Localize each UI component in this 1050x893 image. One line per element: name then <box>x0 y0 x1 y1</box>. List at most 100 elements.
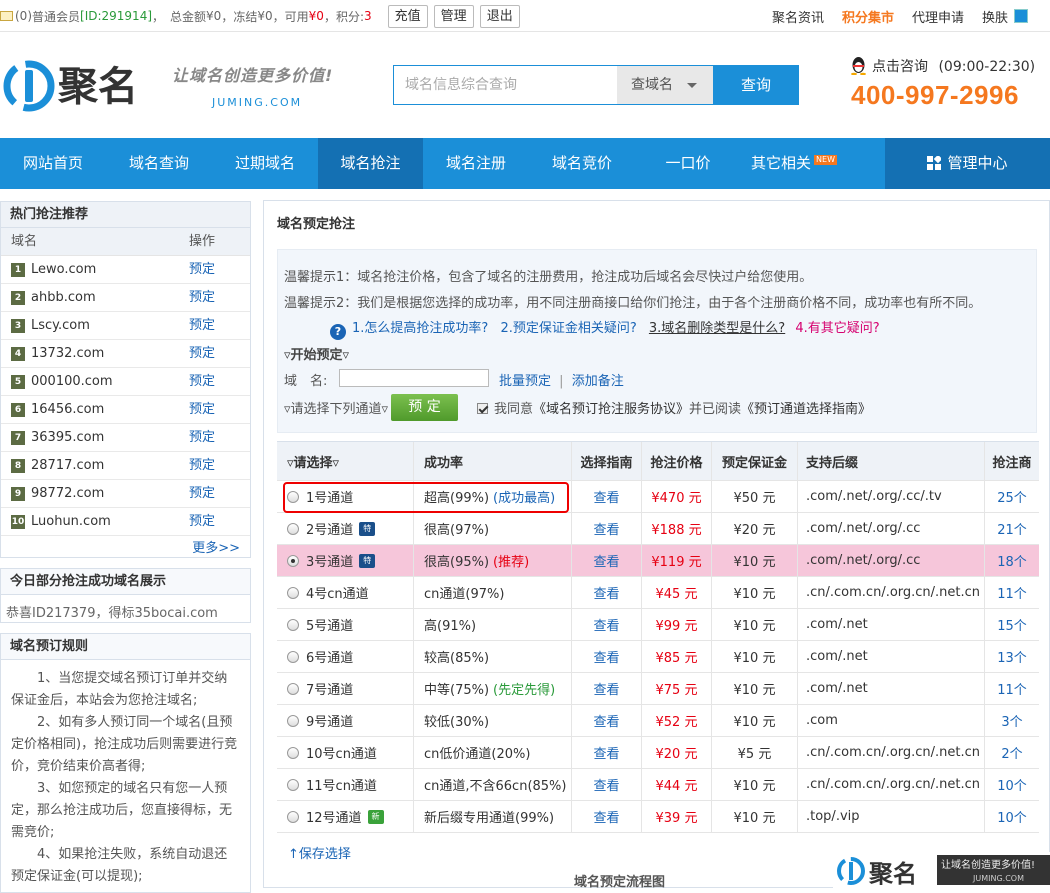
search-input[interactable]: 域名信息综合查询 <box>393 65 617 105</box>
registrar-count[interactable]: 18个 <box>997 551 1027 570</box>
hot-domain[interactable]: 28717.com <box>31 452 104 480</box>
hot-domain[interactable]: 98772.com <box>31 480 104 508</box>
channel-row[interactable]: 4号cn通道 cn通道(97%) 查看 ¥45 元 ¥10 元 .cn/.com.cn/.… <box>277 577 1039 609</box>
hot-book-link[interactable]: 预定 <box>189 452 215 480</box>
registrar-count[interactable]: 11个 <box>997 583 1027 602</box>
nav-others[interactable]: 其它相关 NEW <box>741 138 847 189</box>
registrar-count[interactable]: 10个 <box>997 775 1027 794</box>
nav-manager-center[interactable]: 管理中心 <box>885 138 1050 189</box>
faq-link-2[interactable]: 2.预定保证金相关疑问? <box>500 321 636 336</box>
hot-book-link[interactable]: 预定 <box>189 340 215 368</box>
hot-domain[interactable]: Lewo.com <box>31 256 96 284</box>
channel-row[interactable]: 2号通道特 很高(97%) 查看 ¥188 元 ¥20 元 .com/.net/.org/… <box>277 513 1039 545</box>
view-guide-link[interactable]: 查看 <box>593 711 619 730</box>
channel-radio[interactable] <box>287 810 299 823</box>
registrar-count[interactable]: 21个 <box>997 519 1027 538</box>
nav-expired-domains[interactable]: 过期域名 <box>212 138 318 189</box>
batch-booking-link[interactable]: 批量预定 <box>499 374 551 389</box>
channel-row[interactable]: 9号通道 较低(30%) 查看 ¥52 元 ¥10 元 .com 3个 <box>277 705 1039 737</box>
hot-domain[interactable]: 16456.com <box>31 396 104 424</box>
search-button[interactable]: 查询 <box>713 65 799 105</box>
view-guide-link[interactable]: 查看 <box>593 519 619 538</box>
save-selection-link[interactable]: ↑保存选择 <box>288 843 351 862</box>
channel-radio[interactable] <box>287 586 299 599</box>
message-count[interactable]: (0) <box>15 9 32 23</box>
logout-button[interactable]: 退出 <box>479 4 520 28</box>
hot-domain[interactable]: Luohun.com <box>31 508 111 536</box>
hot-book-link[interactable]: 预定 <box>189 480 215 508</box>
registrar-count[interactable]: 11个 <box>997 679 1027 698</box>
registrar-count[interactable]: 13个 <box>997 647 1027 666</box>
channel-row[interactable]: 6号通道 较高(85%) 查看 ¥85 元 ¥10 元 .com/.net 13个 <box>277 641 1039 673</box>
channel-radio[interactable] <box>287 746 299 759</box>
channel-row[interactable]: 5号通道 高(91%) 查看 ¥99 元 ¥10 元 .com/.net 15个 <box>277 609 1039 641</box>
registrar-count[interactable]: 3个 <box>1001 711 1022 730</box>
news-link[interactable]: 聚名资讯 <box>772 7 824 26</box>
hot-more-link[interactable]: 更多>> <box>192 541 240 557</box>
hot-book-link[interactable]: 预定 <box>189 424 215 452</box>
channel-radio[interactable] <box>287 714 299 727</box>
view-guide-link[interactable]: 查看 <box>593 487 619 506</box>
hot-book-link[interactable]: 预定 <box>189 508 215 536</box>
manage-button[interactable]: 管理 <box>433 4 474 28</box>
hot-book-link[interactable]: 预定 <box>189 312 215 340</box>
registrar-count[interactable]: 2个 <box>1001 743 1022 762</box>
hot-domain[interactable]: Lscy.com <box>31 312 90 340</box>
channel-radio[interactable] <box>287 554 299 567</box>
channel-row[interactable]: 7号通道 中等(75%) (先定先得) 查看 ¥75 元 ¥10 元 .com/.net 11… <box>277 673 1039 705</box>
view-guide-link[interactable]: 查看 <box>593 807 619 826</box>
view-guide-link[interactable]: 查看 <box>593 551 619 570</box>
channel-radio[interactable] <box>287 522 299 535</box>
hot-domain[interactable]: ahbb.com <box>31 284 96 312</box>
domain-input[interactable] <box>339 369 489 387</box>
channel-radio[interactable] <box>287 778 299 791</box>
faq-link-1[interactable]: 1.怎么提高抢注成功率? <box>352 321 488 336</box>
nav-domain-register[interactable]: 域名注册 <box>423 138 529 189</box>
channel-radio[interactable] <box>287 682 299 695</box>
hot-book-link[interactable]: 预定 <box>189 256 215 284</box>
svg-text:聚名: 聚名 <box>868 860 917 888</box>
hot-domain[interactable]: 36395.com <box>31 424 104 452</box>
nav-fixed-price[interactable]: 一口价 <box>635 138 741 189</box>
agree-checkbox[interactable] <box>477 403 488 414</box>
channel-radio[interactable] <box>287 650 299 663</box>
registrar-count[interactable]: 15个 <box>997 615 1027 634</box>
skin-swatch-icon[interactable] <box>1014 9 1028 23</box>
search-type-select[interactable]: 查域名 <box>617 65 713 105</box>
registrar-count[interactable]: 25个 <box>997 487 1027 506</box>
hot-book-link[interactable]: 预定 <box>189 396 215 424</box>
hot-domain[interactable]: 13732.com <box>31 340 104 368</box>
site-logo[interactable]: 聚名 <box>2 58 162 114</box>
nav-home[interactable]: 网站首页 <box>0 138 106 189</box>
view-guide-link[interactable]: 查看 <box>593 775 619 794</box>
guide-link[interactable]: 《预订通道选择指南》 <box>741 402 871 417</box>
nav-domain-auction[interactable]: 域名竞价 <box>529 138 635 189</box>
skin-link[interactable]: 换肤 <box>982 7 1008 26</box>
agent-apply-link[interactable]: 代理申请 <box>912 7 964 26</box>
nav-domain-snapback[interactable]: 域名抢注 <box>318 138 423 189</box>
agreement-link[interactable]: 《域名预订抢注服务协议》 <box>533 402 689 417</box>
registrar-count[interactable]: 10个 <box>997 807 1027 826</box>
channel-radio[interactable] <box>287 618 299 631</box>
channel-row[interactable]: 11号cn通道 cn通道,不含66cn(85%) 查看 ¥44 元 ¥10 元 .cn/.… <box>277 769 1039 801</box>
add-note-link[interactable]: 添加备注 <box>572 374 624 389</box>
channel-row[interactable]: 12号通道新 新后缀专用通道(99%) 查看 ¥39 元 ¥10 元 .top/.vip 1… <box>277 801 1039 833</box>
mail-icon[interactable] <box>0 11 13 21</box>
consult-link[interactable]: 点击咨询 (09:00-22:30) <box>850 56 1050 76</box>
view-guide-link[interactable]: 查看 <box>593 583 619 602</box>
view-guide-link[interactable]: 查看 <box>593 647 619 666</box>
book-submit-button[interactable]: 预 定 <box>391 394 458 421</box>
faq-link-3[interactable]: 3.域名删除类型是什么? <box>649 321 785 336</box>
nav-domain-query[interactable]: 域名查询 <box>106 138 212 189</box>
faq-link-4[interactable]: 4.有其它疑问? <box>795 321 879 336</box>
recharge-button[interactable]: 充值 <box>387 4 428 28</box>
hot-book-link[interactable]: 预定 <box>189 284 215 312</box>
channel-row[interactable]: 3号通道特 很高(95%) (推荐) 查看 ¥119 元 ¥10 元 .com/.net/.… <box>277 545 1039 577</box>
hot-domain[interactable]: 000100.com <box>31 368 113 396</box>
hot-book-link[interactable]: 预定 <box>189 368 215 396</box>
view-guide-link[interactable]: 查看 <box>593 615 619 634</box>
view-guide-link[interactable]: 查看 <box>593 679 619 698</box>
view-guide-link[interactable]: 查看 <box>593 743 619 762</box>
points-market-link[interactable]: 积分集市 <box>842 7 894 26</box>
channel-row[interactable]: 10号cn通道 cn低价通道(20%) 查看 ¥20 元 ¥5 元 .cn/.com.cn… <box>277 737 1039 769</box>
